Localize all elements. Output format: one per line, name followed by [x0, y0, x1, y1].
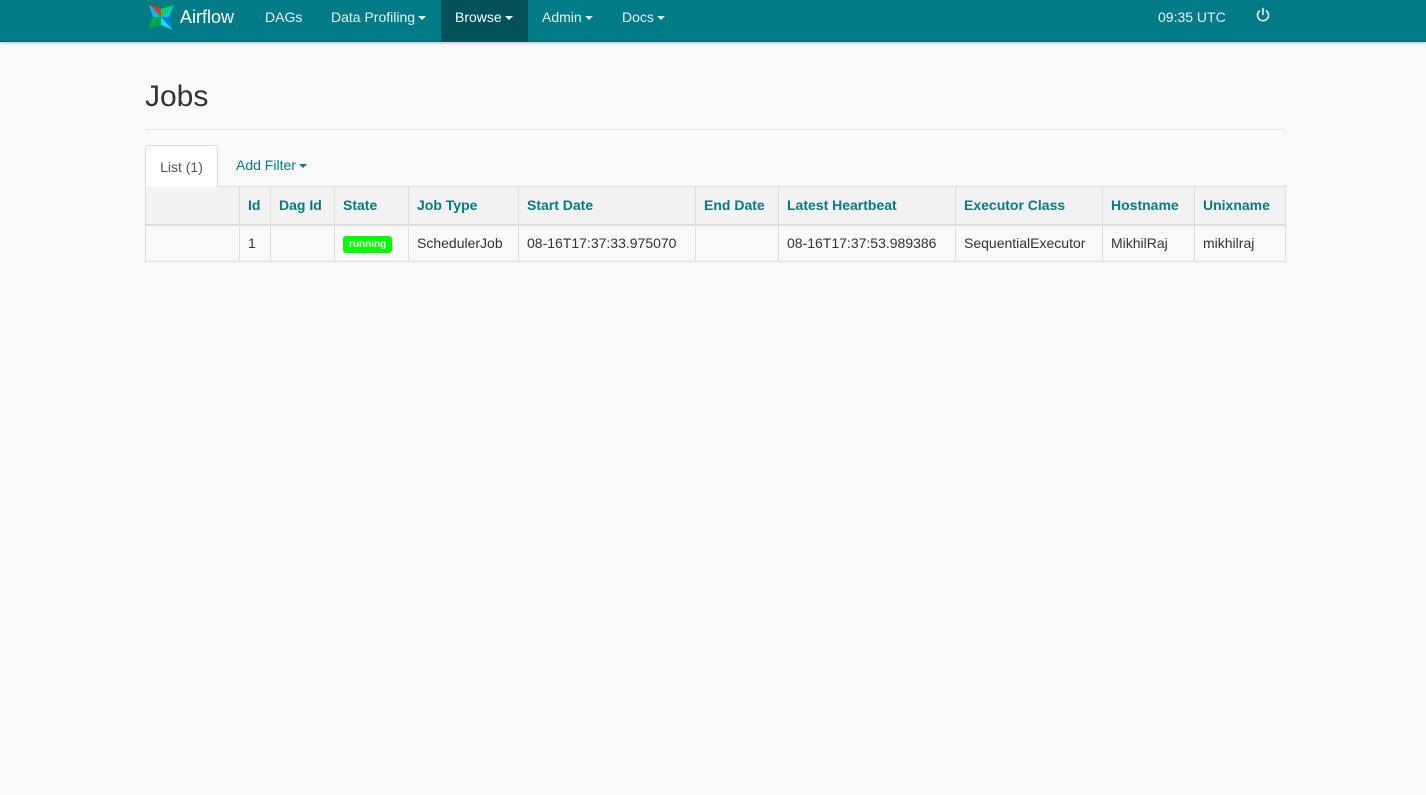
cell-latest-heartbeat: 08-16T17:37:53.989386: [778, 224, 956, 262]
nav-docs[interactable]: Docs: [608, 0, 680, 42]
table-header-row: Id Dag Id State Job Type Start Date End …: [145, 186, 1286, 226]
nav-data-profiling-label: Data Profiling: [331, 9, 416, 25]
cell-hostname: MikhilRaj: [1102, 224, 1195, 262]
chevron-down-icon: [584, 16, 593, 20]
chevron-down-icon: [298, 163, 307, 168]
table-row: 1 running SchedulerJob 08-16T17:37:33.97…: [145, 224, 1286, 262]
brand-link[interactable]: Airflow: [145, 0, 234, 34]
column-header-unixname[interactable]: Unixname: [1194, 186, 1286, 226]
chevron-down-icon: [656, 16, 665, 20]
column-header-job-type[interactable]: Job Type: [408, 186, 519, 226]
add-filter-label: Add Filter: [236, 157, 296, 173]
cell-dag-id: [270, 224, 335, 262]
nav-dags[interactable]: DAGs: [251, 0, 315, 42]
column-header-latest-heartbeat[interactable]: Latest Heartbeat: [778, 186, 956, 226]
nav-admin[interactable]: Admin: [528, 0, 608, 42]
column-header-executor-class[interactable]: Executor Class: [955, 186, 1103, 226]
column-header-start-date[interactable]: Start Date: [518, 186, 696, 226]
column-header-state[interactable]: State: [334, 186, 409, 226]
nav-browse-label: Browse: [455, 9, 502, 25]
cell-start-date: 08-16T17:37:33.975070: [518, 224, 696, 262]
column-header-actions: [145, 186, 240, 226]
airflow-logo-icon: [148, 4, 174, 30]
nav-dags-label: DAGs: [265, 9, 303, 25]
cell-actions: [145, 224, 240, 262]
chevron-down-icon: [504, 16, 513, 20]
status-badge: running: [343, 235, 393, 253]
title-divider: [145, 129, 1285, 130]
tab-list[interactable]: List (1): [145, 145, 218, 187]
nav-docs-label: Docs: [622, 9, 654, 25]
tab-list-label: List (1): [160, 158, 203, 175]
column-header-hostname[interactable]: Hostname: [1102, 186, 1195, 226]
nav-admin-label: Admin: [542, 9, 582, 25]
cell-id: 1: [239, 224, 271, 262]
cell-state: running: [334, 224, 409, 262]
column-header-end-date[interactable]: End Date: [695, 186, 779, 226]
add-filter-dropdown[interactable]: Add Filter: [236, 157, 307, 173]
chevron-down-icon: [418, 16, 427, 20]
cell-executor-class: SequentialExecutor: [955, 224, 1103, 262]
column-header-dag-id[interactable]: Dag Id: [270, 186, 335, 226]
power-icon[interactable]: [1255, 7, 1271, 23]
cell-job-type: SchedulerJob: [408, 224, 519, 262]
page-title: Jobs: [145, 80, 209, 113]
column-header-id[interactable]: Id: [239, 186, 271, 226]
nav-data-profiling[interactable]: Data Profiling: [317, 0, 441, 42]
nav-browse[interactable]: Browse: [441, 0, 528, 42]
top-navbar: Airflow DAGs Data Profiling Browse Admin…: [0, 0, 1426, 42]
brand-label: Airflow: [180, 6, 235, 27]
jobs-table: Id Dag Id State Job Type Start Date End …: [145, 186, 1286, 262]
cell-unixname: mikhilraj: [1194, 224, 1286, 262]
utc-clock: 09:35 UTC: [1158, 9, 1226, 25]
cell-end-date: [695, 224, 779, 262]
